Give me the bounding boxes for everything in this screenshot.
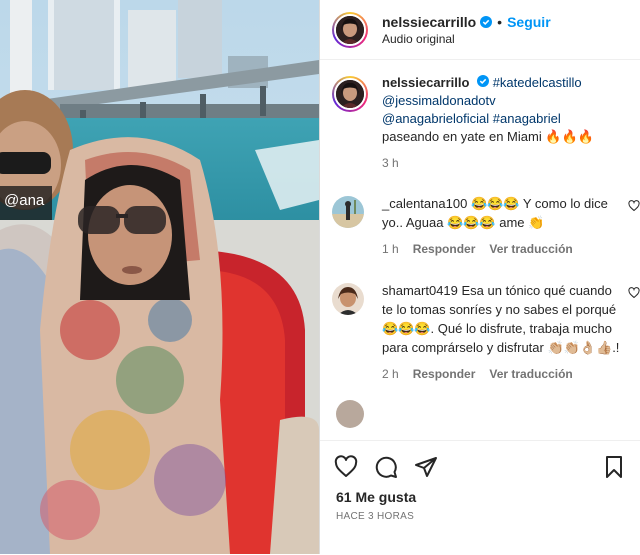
comment-item: shamart0419 Esa un tónico qué cuando te … <box>320 269 640 384</box>
verified-badge-icon <box>477 75 490 87</box>
share-paper-plane-icon[interactable] <box>414 455 438 479</box>
avatar-image <box>336 80 364 108</box>
hashtag-link[interactable]: #katedelcastillo <box>493 75 582 90</box>
mention-link[interactable]: @jessimaldonadotv <box>382 93 496 108</box>
translate-button[interactable]: Ver traducción <box>489 240 572 259</box>
follow-button[interactable]: Seguir <box>507 14 551 30</box>
post-header: nelssiecarrillo • Seguir Audio original <box>320 0 640 60</box>
comment-username[interactable]: _calentana100 <box>382 196 467 211</box>
translate-button[interactable]: Ver traducción <box>489 365 572 384</box>
separator-dot: • <box>497 13 503 30</box>
hashtag-link[interactable]: #anagabriel <box>493 111 561 126</box>
reply-button[interactable]: Responder <box>413 365 476 384</box>
comment-bubble-icon[interactable] <box>374 455 398 479</box>
post-media[interactable]: @ana <box>0 0 319 554</box>
caption-username[interactable]: nelssiecarrillo <box>382 75 469 90</box>
post-side-panel: nelssiecarrillo • Seguir Audio original <box>319 0 640 554</box>
avatar-image <box>336 15 364 44</box>
comments-scroll-area[interactable]: nelssiecarrillo #katedelcastillo @jessim… <box>320 60 640 440</box>
likes-count[interactable]: 61 Me gusta <box>320 479 640 505</box>
profile-avatar[interactable] <box>332 11 368 48</box>
comment-like-heart-icon[interactable] <box>628 287 640 299</box>
like-heart-icon[interactable] <box>334 455 358 479</box>
caption-avatar[interactable] <box>332 76 368 112</box>
comment-avatar[interactable] <box>332 196 364 228</box>
verified-badge-icon <box>480 15 493 28</box>
avatar-image <box>332 283 364 315</box>
comment-username[interactable]: shamart0419 <box>382 283 458 298</box>
comment-like-heart-icon[interactable] <box>628 200 640 212</box>
save-bookmark-icon[interactable] <box>602 455 626 479</box>
comment-item <box>320 384 640 428</box>
reply-button[interactable]: Responder <box>413 240 476 259</box>
post-caption: nelssiecarrillo #katedelcastillo @jessim… <box>320 60 640 172</box>
media-overlay-text: @ana <box>4 192 45 209</box>
comment-avatar[interactable] <box>332 283 364 315</box>
post-actions: 61 Me gusta HACE 3 HORAS <box>320 440 640 555</box>
comment-timestamp[interactable]: 2 h <box>382 365 399 384</box>
comment-item: _calentana100 😂😂😂 Y como lo dice yo.. Ag… <box>320 182 640 259</box>
comment-timestamp[interactable]: 1 h <box>382 240 399 259</box>
post-time-ago[interactable]: HACE 3 HORAS <box>320 505 640 522</box>
avatar-image <box>332 196 364 228</box>
audio-label[interactable]: Audio original <box>382 32 551 46</box>
mention-link[interactable]: @anagabrieloficial <box>382 111 489 126</box>
header-username[interactable]: nelssiecarrillo <box>382 14 476 30</box>
comment-avatar[interactable] <box>336 400 364 428</box>
caption-timestamp[interactable]: 3 h <box>382 154 622 172</box>
caption-text: paseando en yate en Miami 🔥🔥🔥 <box>382 129 594 144</box>
post-video-frame <box>0 0 319 554</box>
